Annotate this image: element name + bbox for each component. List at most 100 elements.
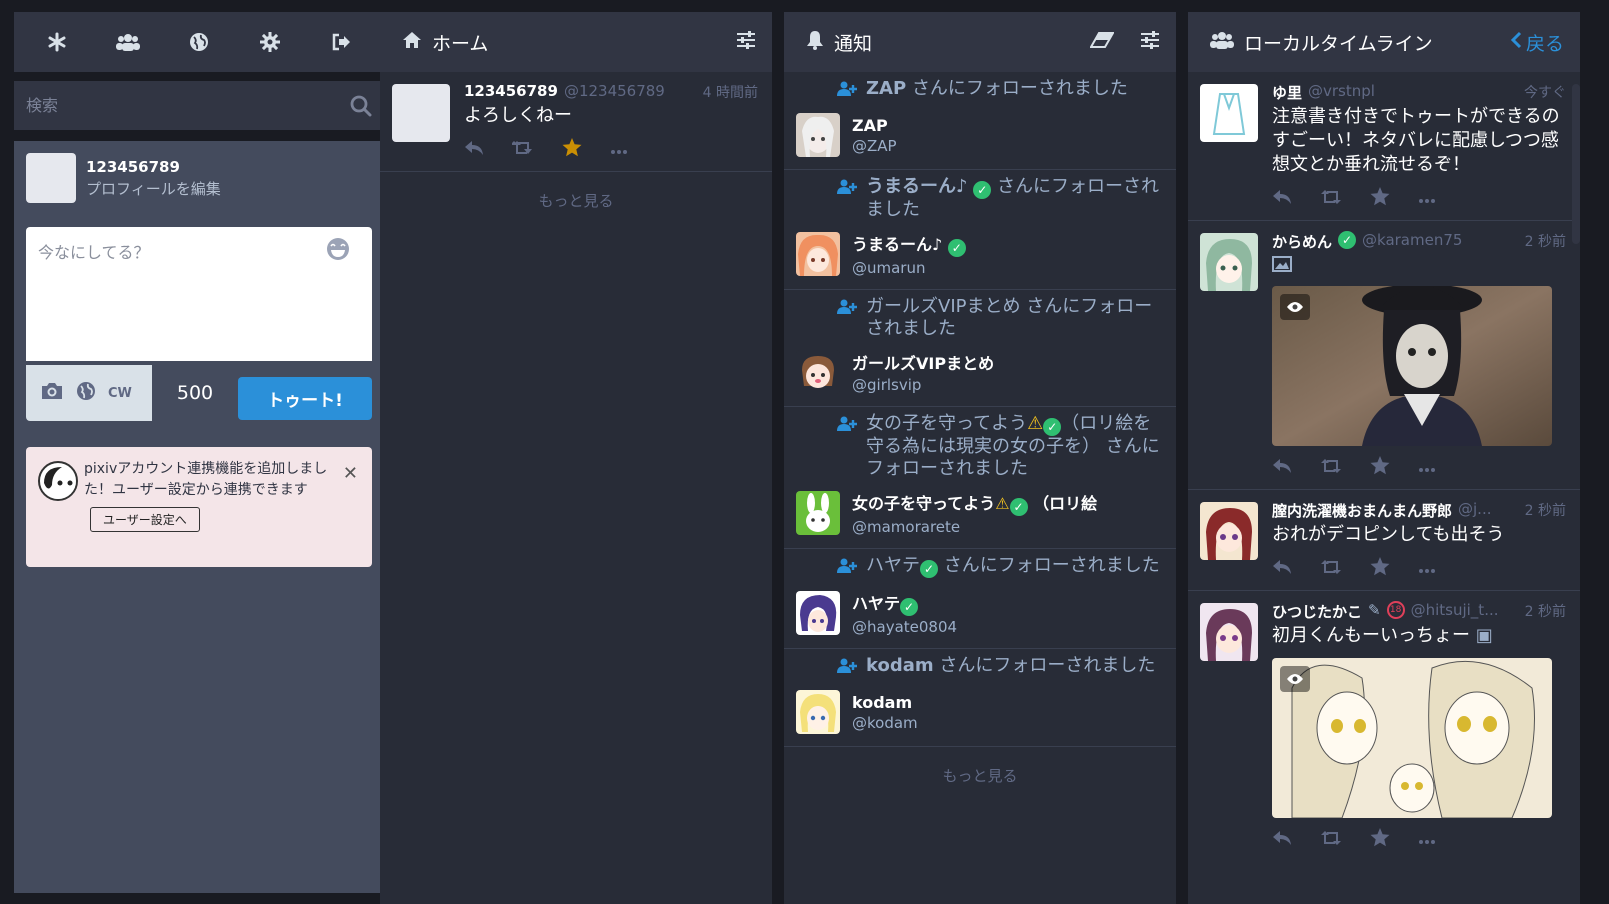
reply-icon[interactable] — [1272, 189, 1292, 209]
account-handle[interactable]: @kodam — [852, 714, 918, 732]
follower-name[interactable]: kodam — [866, 655, 934, 676]
edit-profile-link[interactable]: プロフィールを編集 — [86, 178, 221, 199]
follower-name[interactable]: ハヤテ — [866, 555, 920, 576]
column-title[interactable]: 通知 — [834, 29, 1080, 56]
content-warning-button[interactable]: CW — [108, 386, 132, 401]
media-attachment[interactable] — [1272, 658, 1552, 818]
follower-name[interactable]: ガールズVIPまとめ — [866, 296, 1020, 317]
boost-icon[interactable] — [510, 140, 534, 160]
notification-item[interactable]: ハヤテ ✓ さんにフォローされました ハヤテ ✓ @hayate0804 — [784, 549, 1176, 649]
display-name[interactable]: 膣内洗濯機おまんまん野郎 — [1272, 500, 1452, 521]
toot-button[interactable]: トゥート! — [238, 377, 372, 420]
account-handle[interactable]: @mamorarete — [852, 518, 1097, 536]
gear-icon[interactable] — [257, 29, 283, 55]
display-name[interactable]: 123456789 — [464, 82, 558, 102]
settings-sliders-icon[interactable] — [1140, 30, 1160, 54]
more-icon[interactable] — [1418, 830, 1436, 849]
scrollbar[interactable] — [1572, 84, 1580, 244]
display-name[interactable]: ゆ里 — [1272, 82, 1302, 103]
search-input[interactable] — [26, 96, 350, 115]
load-more-button[interactable]: もっと見る — [784, 747, 1176, 804]
reply-icon[interactable] — [1272, 458, 1292, 478]
star-icon[interactable] — [1370, 456, 1390, 479]
status-item[interactable]: 膣内洗濯機おまんまん野郎 @j... 2 秒前 おれがデコピンしても出そう — [1188, 490, 1580, 591]
column-title[interactable]: ローカルタイムライン — [1244, 29, 1500, 56]
notification-item[interactable]: うまるーん♪ ✓ さんにフォローされました うまるーん♪ ✓ @umarun — [784, 170, 1176, 290]
back-button[interactable]: 戻る — [1510, 29, 1564, 56]
account-handle[interactable]: @umarun — [852, 259, 966, 277]
compose-textarea[interactable] — [26, 227, 372, 361]
display-name[interactable]: ひつじたかこ — [1272, 601, 1362, 622]
star-icon[interactable] — [562, 138, 582, 161]
load-more-button[interactable]: もっと見る — [380, 172, 772, 229]
search-icon[interactable] — [350, 95, 372, 117]
avatar[interactable] — [1200, 233, 1258, 291]
notification-item[interactable]: kodam さんにフォローされました kodam @kodam — [784, 649, 1176, 747]
reply-icon[interactable] — [464, 140, 484, 160]
account-handle[interactable]: @vrstnpl — [1308, 82, 1518, 103]
notification-item[interactable]: 女の子を守ってよう⚠ ✓ （ロリ絵を守る為には現実の女の子を） さんにフォローされま… — [784, 407, 1176, 549]
boost-icon[interactable] — [1320, 189, 1342, 209]
account-handle[interactable]: @ZAP — [852, 137, 897, 155]
timestamp[interactable]: 2 秒前 — [1525, 500, 1566, 521]
status-item[interactable]: ゆ里 @vrstnpl 今すぐ 注意書き付きでトゥートができるのすごーい！ネタバ… — [1188, 72, 1580, 221]
settings-sliders-icon[interactable] — [736, 30, 756, 54]
account-display-name[interactable]: kodam — [852, 693, 918, 712]
status-item[interactable]: 123456789 @123456789 4 時間前 よろしくねー — [380, 72, 772, 172]
camera-icon[interactable] — [40, 381, 64, 405]
star-icon[interactable] — [1370, 828, 1390, 851]
account-handle[interactable]: @123456789 — [564, 82, 697, 102]
boost-icon[interactable] — [1320, 458, 1342, 478]
notification-item[interactable]: ガールズVIPまとめ さんにフォローされました ガールズVIPまとめ @girls… — [784, 290, 1176, 407]
more-icon[interactable] — [1418, 559, 1436, 578]
account-handle[interactable]: @hayate0804 — [852, 618, 957, 636]
logout-icon[interactable] — [328, 29, 354, 55]
globe-icon[interactable] — [186, 29, 212, 55]
account-handle[interactable]: @girlsvip — [852, 376, 994, 394]
account-handle[interactable]: @karamen75 — [1362, 231, 1519, 252]
star-icon[interactable] — [1370, 557, 1390, 580]
local-timeline-icon[interactable] — [115, 29, 141, 55]
reply-icon[interactable] — [1272, 830, 1292, 850]
notification-item[interactable]: ZAP さんにフォローされました ZAP @ZAP — [784, 72, 1176, 170]
timestamp[interactable]: 2 秒前 — [1525, 231, 1566, 252]
eye-icon[interactable] — [1280, 294, 1310, 320]
boost-icon[interactable] — [1320, 830, 1342, 850]
follower-name[interactable]: 女の子を守ってよう — [866, 413, 1027, 434]
star-icon[interactable] — [1370, 187, 1390, 210]
column-title[interactable]: ホーム — [432, 29, 726, 56]
eraser-icon[interactable] — [1089, 31, 1115, 53]
eye-icon[interactable] — [1280, 666, 1310, 692]
account-handle[interactable]: @hitsuji_t... — [1411, 601, 1519, 622]
avatar[interactable] — [796, 232, 840, 276]
account-display-name[interactable]: ガールズVIPまとめ — [852, 350, 994, 374]
more-icon[interactable] — [1418, 189, 1436, 208]
getting-started-icon[interactable] — [44, 29, 70, 55]
status-item[interactable]: ひつじたかこ ✎ 18 @hitsuji_t... 2 秒前 初月くんもーいっち… — [1188, 591, 1580, 861]
timestamp[interactable]: 2 秒前 — [1525, 601, 1566, 622]
avatar[interactable] — [1200, 84, 1258, 142]
avatar[interactable] — [796, 690, 840, 734]
account-display-name[interactable]: ZAP — [852, 116, 897, 135]
avatar[interactable] — [796, 591, 840, 635]
more-icon[interactable] — [1418, 458, 1436, 477]
display-name[interactable]: からめん — [1272, 231, 1332, 252]
timestamp[interactable]: 4 時間前 — [703, 82, 758, 102]
more-icon[interactable] — [610, 140, 628, 159]
avatar[interactable] — [26, 153, 76, 203]
user-settings-button[interactable]: ユーザー設定へ — [90, 507, 200, 532]
close-icon[interactable]: ✕ — [343, 463, 358, 484]
reply-icon[interactable] — [1272, 559, 1292, 579]
avatar[interactable] — [1200, 603, 1258, 661]
account-handle[interactable]: @j... — [1458, 500, 1519, 521]
avatar[interactable] — [796, 491, 840, 535]
timestamp[interactable]: 今すぐ — [1524, 82, 1566, 103]
account-display-name[interactable]: ハヤテ — [852, 594, 900, 613]
media-attachment[interactable] — [1272, 286, 1552, 446]
account-display-name[interactable]: 女の子を守ってよう — [852, 494, 995, 513]
status-item[interactable]: からめん ✓ @karamen75 2 秒前 — [1188, 221, 1580, 490]
account-name[interactable]: 123456789 — [86, 158, 221, 176]
avatar[interactable] — [392, 84, 450, 142]
avatar[interactable] — [796, 113, 840, 157]
follower-name[interactable]: うまるーん♪ — [866, 176, 968, 197]
